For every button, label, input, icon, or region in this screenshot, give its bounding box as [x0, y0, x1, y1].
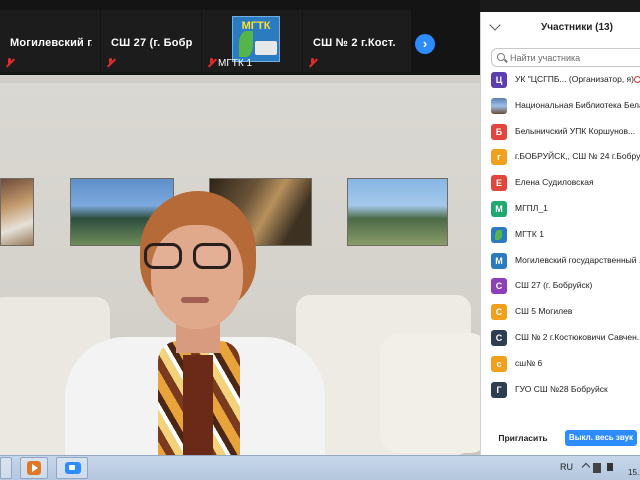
participant-row[interactable]: М Могилевский государственный ...: [481, 252, 640, 277]
participant-row[interactable]: Национальная Библиотека Бела...: [481, 97, 640, 122]
participant-list: Ц УК "ЦСГПБ... (Организатор, я) Национальн…: [481, 72, 640, 402]
armchair: [380, 333, 480, 453]
windows-taskbar: RU 15.1: [0, 455, 640, 480]
video-thumbnail-strip: Могилевский г... СШ 27 (г. Бобр... МГТК …: [0, 0, 480, 75]
participant-avatar: Б: [491, 123, 507, 140]
participant-name: сш№ 6: [515, 357, 543, 368]
zoom-meeting-window: Могилевский г... СШ 27 (г. Бобр... МГТК …: [0, 0, 640, 480]
participant-name: Елена Судиловская: [515, 177, 594, 188]
participant-row[interactable]: С СШ 27 (г. Бобруйск): [481, 278, 640, 302]
thumbnail-name: Могилевский г...: [10, 37, 92, 49]
participant-row[interactable]: Г ГУО СШ №28 Бобруйск: [481, 381, 640, 402]
tray-expand-icon[interactable]: [581, 462, 591, 472]
video-thumbnail[interactable]: СШ № 2 г.Кост...: [303, 10, 411, 72]
search-icon: [497, 53, 505, 61]
participant-row[interactable]: с сш№ 6: [481, 355, 640, 380]
participant-avatar: [491, 226, 507, 243]
recording-status-icon: [634, 76, 640, 83]
panel-title: Участники (13): [541, 22, 613, 33]
participant-avatar: [491, 97, 507, 114]
mic-muted-icon: [308, 58, 317, 68]
participant-name: СШ 27 (г. Бобруйск): [515, 280, 593, 291]
participant-row[interactable]: МГТК 1: [481, 226, 640, 251]
participant-row[interactable]: С СШ № 2 г.Костюковичи Савчен...: [481, 330, 640, 354]
participant-name: г.БОБРУЙСК,, СШ № 24 г.Бобру...: [515, 151, 640, 162]
mgtk-logo: МГТК: [232, 16, 280, 62]
book-icon: [255, 41, 277, 55]
wall-painting: [347, 178, 448, 246]
thumbnail-name: СШ 27 (г. Бобр...: [111, 37, 193, 49]
participant-name: Могилевский государственный ...: [515, 254, 640, 265]
taskbar-button[interactable]: [0, 457, 12, 479]
video-thumbnail[interactable]: Могилевский г...: [0, 10, 100, 72]
participant-name: МГТК 1: [515, 228, 544, 239]
panel-header: Участники (13): [481, 12, 640, 42]
panel-footer: Пригласить Выкл. весь звук: [481, 422, 640, 452]
glasses-lens: [193, 243, 231, 269]
leaf-icon: [239, 31, 253, 57]
participant-avatar: М: [491, 201, 507, 217]
participant-avatar: С: [491, 278, 507, 295]
thumbnail-name: МГТК 1: [218, 58, 253, 69]
taskbar-zoom[interactable]: [56, 457, 88, 479]
participant-row[interactable]: г г.БОБРУЙСК,, СШ № 24 г.Бобру...: [481, 149, 640, 173]
media-player-icon: [27, 461, 41, 475]
participant-row[interactable]: М МГПЛ_1: [481, 201, 640, 225]
participant-avatar: С: [491, 330, 507, 346]
video-thumbnail[interactable]: СШ 27 (г. Бобр...: [101, 10, 201, 72]
volume-icon[interactable]: [607, 463, 613, 471]
chevron-down-icon[interactable]: [489, 19, 501, 31]
zoom-camera-icon: [65, 462, 81, 474]
search-input[interactable]: [510, 51, 640, 65]
participant-avatar: г: [491, 149, 507, 166]
thumbnail-name: СШ № 2 г.Кост...: [313, 37, 395, 49]
participant-name: СШ 5 Могилев: [515, 306, 573, 317]
participant-avatar: с: [491, 355, 507, 372]
logo-text: МГТК: [241, 20, 271, 32]
participant-avatar: С: [491, 304, 507, 321]
mic-muted-icon: [207, 58, 216, 68]
action-center-icon[interactable]: [593, 463, 601, 473]
participant-avatar: М: [491, 252, 507, 269]
mic-muted-icon: [106, 58, 115, 68]
active-speaker-video: [0, 75, 480, 455]
participants-panel: Участники (13) Ц УК "ЦСГПБ... (Организато…: [480, 12, 640, 455]
wall-trim: [0, 75, 480, 83]
participant-name: ГУО СШ №28 Бобруйск: [515, 383, 608, 394]
taskbar-media-player[interactable]: [20, 457, 48, 479]
invite-button[interactable]: Пригласить: [495, 430, 551, 446]
mic-muted-icon: [5, 58, 14, 68]
participant-name: УК "ЦСГПБ... (Организатор, я): [515, 74, 634, 84]
participant-name: МГПЛ_1: [515, 203, 548, 213]
speaker-mouth: [181, 297, 209, 303]
speaker-face: [151, 225, 243, 329]
participant-name: СШ № 2 г.Костюковичи Савчен...: [515, 332, 640, 342]
participant-avatar: Е: [491, 175, 507, 192]
keyboard-language[interactable]: RU: [560, 462, 573, 472]
participant-avatar: Г: [491, 381, 507, 398]
next-page-button[interactable]: ›: [415, 34, 435, 54]
video-thumbnail[interactable]: МГТК МГТК 1: [202, 10, 302, 72]
participant-row[interactable]: Ц УК "ЦСГПБ... (Организатор, я): [481, 72, 640, 96]
mute-all-button[interactable]: Выкл. весь звук: [565, 430, 637, 446]
wall-painting: [0, 178, 34, 246]
participant-name: Национальная Библиотека Бела...: [515, 99, 640, 110]
participant-row[interactable]: Б Белыничский УПК Коршунов...: [481, 123, 640, 148]
glasses-lens: [144, 243, 182, 269]
participant-avatar: Ц: [491, 72, 507, 88]
participant-row[interactable]: Е Елена Судиловская: [481, 175, 640, 199]
taskbar-clock[interactable]: 15.1: [628, 468, 640, 477]
participant-row[interactable]: С СШ 5 Могилев: [481, 304, 640, 328]
speaker-blouse: [183, 355, 213, 455]
participant-name: Белыничский УПК Коршунов...: [515, 125, 636, 136]
participant-search[interactable]: [491, 48, 640, 67]
